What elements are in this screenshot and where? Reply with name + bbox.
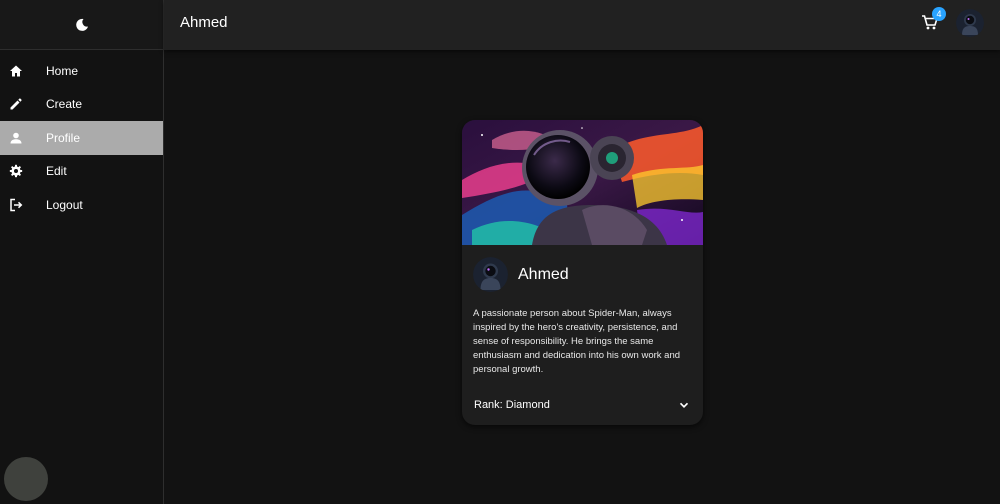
avatar xyxy=(473,257,508,292)
page-title: Ahmed xyxy=(180,14,228,31)
profile-card: Ahmed A passionate person about Spider-M… xyxy=(462,120,703,425)
astronaut-artwork xyxy=(462,120,703,245)
sidebar-header xyxy=(0,0,163,50)
sidebar-item-label: Edit xyxy=(46,164,67,179)
pencil-icon xyxy=(8,96,24,112)
top-app-bar: Ahmed 4 xyxy=(164,0,1000,50)
sidebar-nav: Home Create Profile Edit Logout xyxy=(0,50,163,222)
sidebar-item-create[interactable]: Create xyxy=(0,88,163,122)
profile-name: Ahmed xyxy=(518,265,569,283)
logout-icon xyxy=(8,197,24,213)
gear-icon xyxy=(8,163,24,179)
sidebar-item-edit[interactable]: Edit xyxy=(0,155,163,189)
chevron-down-icon[interactable] xyxy=(677,398,691,412)
home-icon xyxy=(8,63,24,79)
card-header: Ahmed xyxy=(473,257,569,292)
sidebar-item-label: Logout xyxy=(46,197,83,212)
sidebar-item-home[interactable]: Home xyxy=(0,54,163,88)
cart-count-badge: 4 xyxy=(932,7,946,21)
sidebar: Home Create Profile Edit Logout xyxy=(0,0,164,504)
avatar[interactable] xyxy=(956,9,984,37)
watermark-logo xyxy=(4,457,48,501)
sidebar-item-label: Home xyxy=(46,63,79,78)
profile-rank: Rank: Diamond xyxy=(474,399,550,411)
profile-bio: A passionate person about Spider-Man, al… xyxy=(473,308,681,375)
person-icon xyxy=(8,130,24,146)
sidebar-item-label: Create xyxy=(46,97,83,112)
sidebar-item-label: Profile xyxy=(46,130,81,145)
moon-icon[interactable] xyxy=(75,18,89,32)
sidebar-item-logout[interactable]: Logout xyxy=(0,188,163,222)
sidebar-item-profile[interactable]: Profile xyxy=(0,121,163,155)
